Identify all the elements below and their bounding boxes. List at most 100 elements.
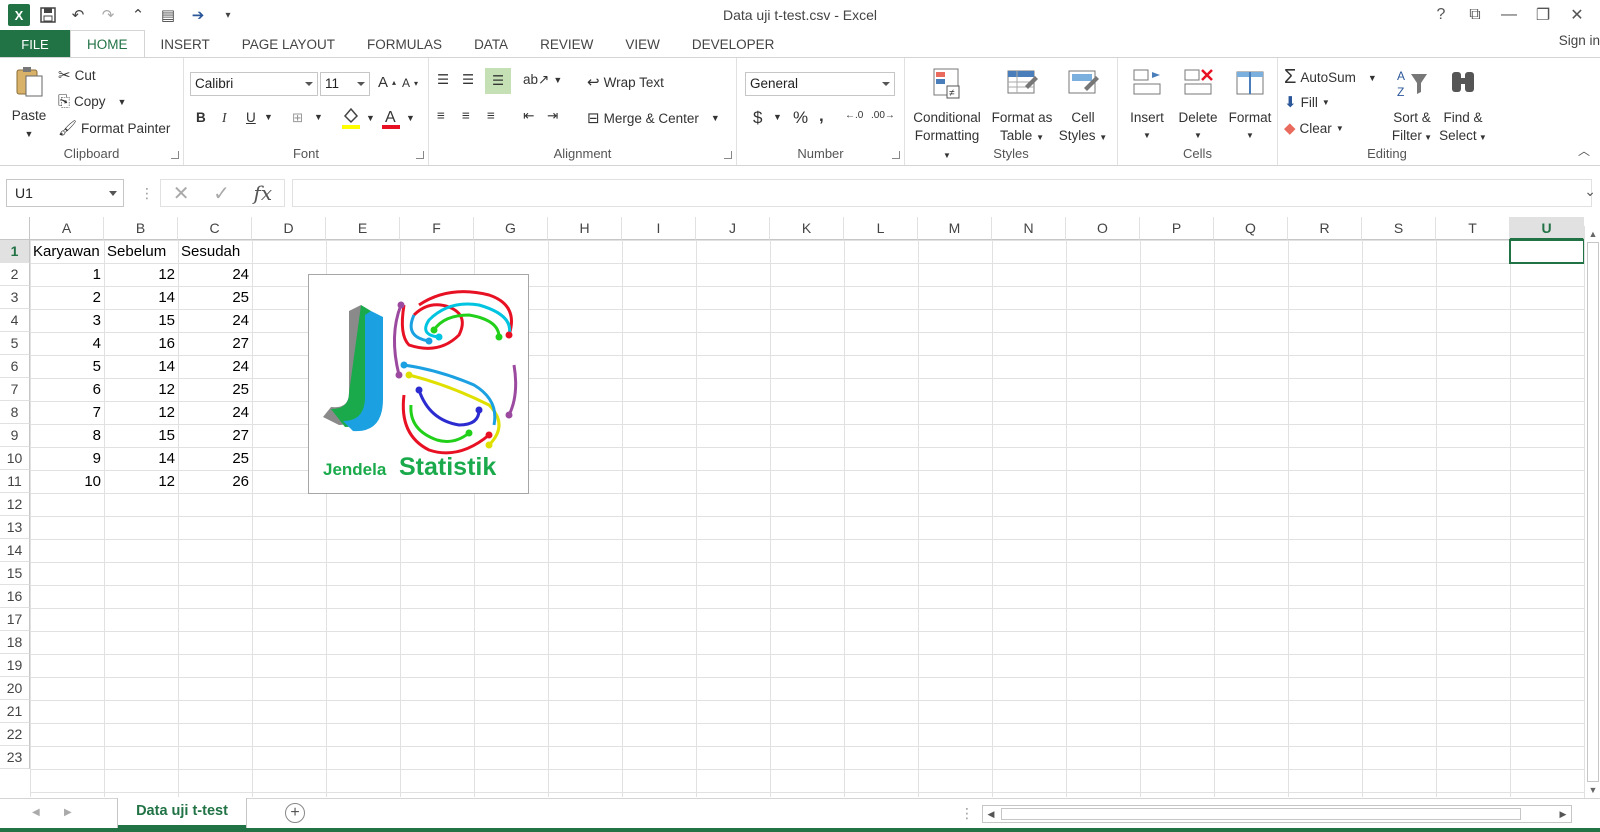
row-header-17[interactable]: 17 [0,608,30,631]
delete-cells-button[interactable]: Delete ▼ [1172,66,1224,145]
row-header-13[interactable]: 13 [0,516,30,539]
cell-c5[interactable]: 27 [178,332,252,355]
cell-a5[interactable]: 4 [30,332,104,355]
cell-c10[interactable]: 25 [178,447,252,470]
column-header-n[interactable]: N [992,217,1066,240]
row-header-4[interactable]: 4 [0,309,30,332]
confirm-entry-icon[interactable]: ✓ [213,181,230,206]
decrease-decimal-icon[interactable]: .00→ [871,110,895,121]
font-name-select[interactable]: Calibri [190,72,318,96]
column-header-t[interactable]: T [1436,217,1510,240]
row-header-7[interactable]: 7 [0,378,30,401]
align-center-icon[interactable]: ≡ [462,108,470,123]
vertical-scrollbar[interactable]: ▲ ▼ [1584,226,1600,798]
insert-dropdown-icon[interactable]: ▼ [1122,127,1172,145]
column-header-d[interactable]: D [252,217,326,240]
cell-c3[interactable]: 25 [178,286,252,309]
insert-cells-button[interactable]: Insert ▼ [1122,66,1172,145]
row-header-2[interactable]: 2 [0,263,30,286]
name-box[interactable]: U1 [6,179,124,207]
scroll-right-icon[interactable]: ▶ [1555,806,1571,822]
cell-b10[interactable]: 14 [104,447,178,470]
minimize-icon[interactable]: — [1492,2,1526,28]
tab-split-grip-icon[interactable]: ⋮ [960,805,974,822]
tab-insert[interactable]: INSERT [145,30,226,58]
cell-styles-button[interactable]: Cell Styles ▼ [1055,66,1111,147]
cell-b3[interactable]: 14 [104,286,178,309]
underline-button[interactable]: U [246,110,256,125]
column-header-m[interactable]: M [918,217,992,240]
increase-font-size-icon[interactable]: A ▴ [378,74,396,91]
cell-c9[interactable]: 27 [178,424,252,447]
horizontal-scrollbar[interactable]: ◀ ▶ [982,805,1572,823]
row-header-22[interactable]: 22 [0,723,30,746]
alignment-launcher-icon[interactable] [724,151,732,159]
percent-button[interactable]: % [793,108,808,128]
font-color-button[interactable]: A ▼ [380,106,415,130]
number-format-select[interactable]: General [745,72,895,96]
italic-button[interactable]: I [222,110,227,126]
row-header-9[interactable]: 9 [0,424,30,447]
row-header-1[interactable]: 1 [0,240,30,263]
cell-a2[interactable]: 1 [30,263,104,286]
font-launcher-icon[interactable] [416,151,424,159]
column-header-e[interactable]: E [326,217,400,240]
cell-b4[interactable]: 15 [104,309,178,332]
sheet-tab[interactable]: Data uji t-test [118,798,246,828]
increase-indent-icon[interactable]: ⇥ [547,108,558,124]
column-header-k[interactable]: K [770,217,844,240]
column-header-l[interactable]: L [844,217,918,240]
cell-header-a1[interactable]: Karyawan [30,240,103,263]
vertical-scroll-thumb[interactable] [1587,242,1599,782]
font-size-select[interactable]: 11 [320,72,370,96]
row-header-11[interactable]: 11 [0,470,30,493]
tab-view[interactable]: VIEW [609,30,676,58]
number-launcher-icon[interactable] [892,151,900,159]
cell-c2[interactable]: 24 [178,263,252,286]
row-header-20[interactable]: 20 [0,677,30,700]
cell-header-b1[interactable]: Sebelum [104,240,169,263]
bottom-align-icon[interactable]: ☰ [485,68,511,94]
column-header-q[interactable]: Q [1214,217,1288,240]
scroll-down-icon[interactable]: ▼ [1585,782,1600,798]
cancel-entry-icon[interactable]: ✕ [173,181,190,206]
cell-b9[interactable]: 15 [104,424,178,447]
font-color-dropdown-icon[interactable]: ▼ [406,113,415,123]
column-header-r[interactable]: R [1288,217,1362,240]
column-header-j[interactable]: J [696,217,770,240]
paste-button[interactable]: Paste ▼ [6,64,52,143]
row-header-3[interactable]: 3 [0,286,30,309]
prev-sheet-icon[interactable]: ◀ [32,807,40,818]
delete-dropdown-icon[interactable]: ▼ [1172,127,1224,145]
column-header-f[interactable]: F [400,217,474,240]
cell-a4[interactable]: 3 [30,309,104,332]
align-right-icon[interactable]: ≡ [487,108,495,123]
tab-home[interactable]: HOME [70,30,145,59]
close-icon[interactable]: ✕ [1560,2,1594,28]
cell-c6[interactable]: 24 [178,355,252,378]
add-sheet-icon[interactable]: + [285,803,305,823]
expand-formula-bar-icon[interactable]: ⌄ [1584,183,1596,200]
format-painter-button[interactable]: 🖌 Format Painter [58,119,170,137]
row-header-18[interactable]: 18 [0,631,30,654]
cell-b2[interactable]: 12 [104,263,178,286]
wrap-text-button[interactable]: ↩ Wrap Text [587,73,664,91]
cell-b11[interactable]: 12 [104,470,178,493]
formula-input[interactable] [292,179,1592,207]
fill-color-dropdown-icon[interactable]: ▼ [366,113,375,123]
format-cells-button[interactable]: Format ▼ [1224,66,1276,145]
column-header-b[interactable]: B [104,217,178,240]
align-left-icon[interactable]: ≡ [437,108,445,123]
sign-in-link[interactable]: Sign in [1559,33,1600,48]
find-select-button[interactable]: Find & Select ▼ [1436,66,1490,147]
decrease-font-size-icon[interactable]: A ▾ [402,76,418,90]
cell-header-c1[interactable]: Sesudah [178,240,243,263]
column-header-i[interactable]: I [622,217,696,240]
clear-dropdown-icon[interactable]: ▼ [1336,124,1344,133]
paste-dropdown-icon[interactable]: ▼ [6,125,52,143]
select-all-corner[interactable] [0,217,30,240]
tab-page-layout[interactable]: PAGE LAYOUT [226,30,351,58]
decrease-indent-icon[interactable]: ⇤ [523,108,534,124]
tab-review[interactable]: REVIEW [524,30,609,58]
cell-b5[interactable]: 16 [104,332,178,355]
